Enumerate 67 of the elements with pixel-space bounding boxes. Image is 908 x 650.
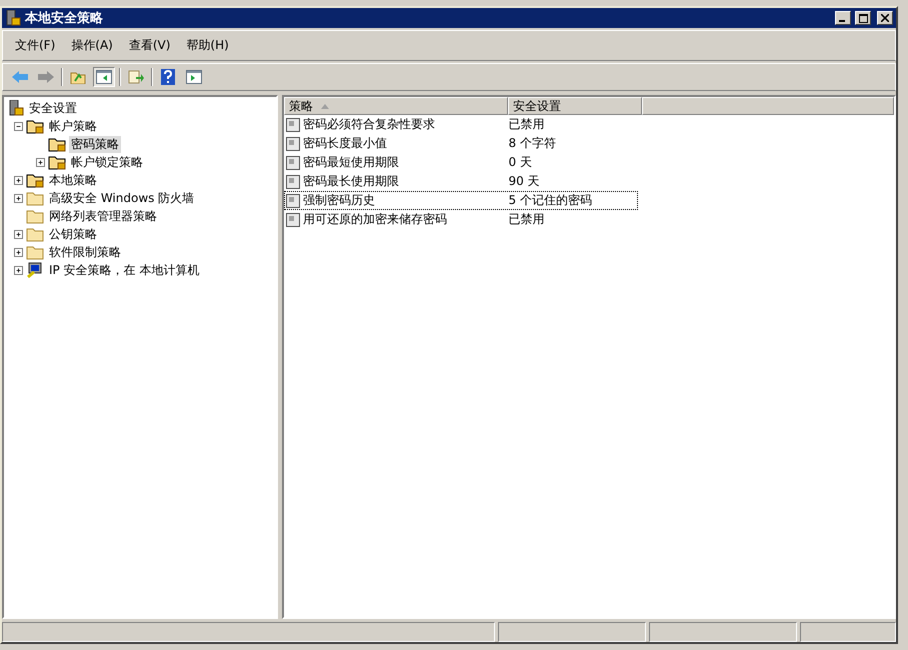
folder-lock-icon <box>48 154 66 170</box>
tree-item[interactable]: 本地策略 <box>47 172 99 188</box>
policy-document-icon <box>285 192 301 208</box>
policy-document-icon <box>285 212 301 228</box>
expand-toggle[interactable] <box>36 158 45 166</box>
tree-item[interactable]: 公钥策略 <box>47 226 99 242</box>
policy-document-icon <box>285 154 301 170</box>
tree-item[interactable]: 安全设置 <box>27 100 79 116</box>
show-tree-button[interactable] <box>93 67 115 87</box>
list-row[interactable]: 用可还原的加密来储存密码 已禁用 <box>284 210 638 229</box>
window-title: 本地安全策略 <box>25 10 104 27</box>
policy-name: 密码最短使用期限 <box>303 154 399 171</box>
maximize-icon <box>858 14 868 22</box>
column-header[interactable]: 安全设置 <box>508 97 642 115</box>
folder-lock-icon <box>26 118 44 134</box>
folder-lock-icon <box>48 136 66 152</box>
policy-name: 密码最长使用期限 <box>303 173 399 190</box>
tree-item[interactable]: 密码策略 <box>69 136 121 152</box>
close-button[interactable] <box>877 11 893 25</box>
list-row[interactable]: 密码长度最小值 8 个字符 <box>284 134 638 153</box>
server-lock-icon <box>8 100 24 116</box>
policy-document-icon <box>285 116 301 132</box>
policy-name: 密码必须符合复杂性要求 <box>303 116 435 133</box>
menu-item[interactable]: 操作(A) <box>65 35 119 56</box>
policy-setting: 0 天 <box>507 154 533 171</box>
policy-setting: 已禁用 <box>507 211 546 228</box>
tree-item[interactable]: 网络列表管理器策略 <box>47 208 159 224</box>
folder-icon <box>26 226 44 242</box>
tree-item[interactable]: 软件限制策略 <box>47 244 123 260</box>
menu-item[interactable]: 帮助(H) <box>180 35 235 56</box>
list-row[interactable]: 强制密码历史 5 个记住的密码 <box>284 191 638 210</box>
policy-name: 强制密码历史 <box>303 192 375 209</box>
folder-lock-icon <box>26 172 44 188</box>
column-header[interactable]: 策略 <box>284 97 508 115</box>
policy-document-icon <box>285 136 301 152</box>
computer-key-icon <box>26 262 44 278</box>
policy-document-icon <box>285 174 301 190</box>
policy-name: 用可还原的加密来储存密码 <box>303 211 447 228</box>
expand-toggle[interactable] <box>14 194 23 202</box>
policy-setting: 已禁用 <box>507 116 546 133</box>
maximize-button[interactable] <box>855 11 871 25</box>
expand-toggle[interactable] <box>14 248 23 256</box>
menu-item[interactable]: 文件(F) <box>9 35 62 56</box>
list-row[interactable]: 密码最长使用期限 90 天 <box>284 172 638 191</box>
show-action-pane-button[interactable] <box>183 67 205 87</box>
policy-setting: 8 个字符 <box>507 135 557 152</box>
tree-item[interactable]: 高级安全 Windows 防火墙 <box>47 190 196 206</box>
server-lock-icon <box>5 10 21 26</box>
tree-item[interactable]: IP 安全策略，在 本地计算机 <box>47 262 202 278</box>
policy-setting: 90 天 <box>507 173 541 190</box>
folder-icon <box>26 190 44 206</box>
folder-icon <box>26 244 44 260</box>
policy-name: 密码长度最小值 <box>303 135 387 152</box>
minimize-button[interactable] <box>835 11 851 25</box>
expand-toggle[interactable] <box>14 176 23 184</box>
close-icon <box>881 14 889 22</box>
folder-icon <box>26 208 44 224</box>
tree-item[interactable]: 帐户锁定策略 <box>69 154 145 170</box>
expand-toggle[interactable] <box>14 230 23 238</box>
menu-item[interactable]: 查看(V) <box>122 35 176 56</box>
policy-setting: 5 个记住的密码 <box>507 192 593 209</box>
expand-toggle[interactable] <box>14 266 23 274</box>
sort-ascending-icon <box>321 104 329 108</box>
list-row[interactable]: 密码最短使用期限 0 天 <box>284 153 638 172</box>
collapse-toggle[interactable] <box>14 122 23 130</box>
tree-item[interactable]: 帐户策略 <box>47 118 99 134</box>
list-row[interactable]: 密码必须符合复杂性要求 已禁用 <box>284 115 638 134</box>
